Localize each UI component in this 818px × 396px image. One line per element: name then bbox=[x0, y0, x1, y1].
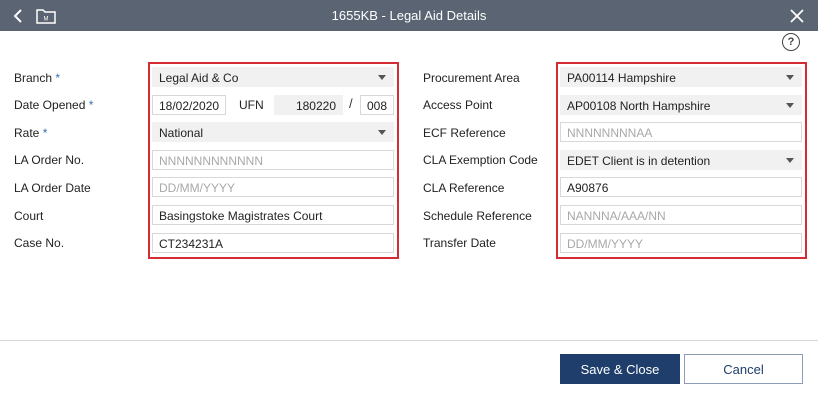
cancel-button[interactable]: Cancel bbox=[684, 354, 803, 384]
cla-exemption-code-label: CLA Exemption Code bbox=[423, 153, 538, 167]
date-opened-label: Date Opened * bbox=[14, 98, 94, 112]
procurement-area-label: Procurement Area bbox=[423, 71, 520, 85]
access-point-label: Access Point bbox=[423, 98, 493, 112]
court-label: Court bbox=[14, 209, 44, 223]
right-highlight-box bbox=[556, 62, 807, 259]
ecf-reference-label: ECF Reference bbox=[423, 126, 506, 140]
la-order-no-label: LA Order No. bbox=[14, 153, 85, 167]
close-icon[interactable] bbox=[786, 5, 808, 27]
left-highlight-box bbox=[148, 62, 399, 259]
help-icon[interactable]: ? bbox=[782, 33, 800, 51]
title-bar: M 1655KB - Legal Aid Details bbox=[0, 0, 818, 31]
branch-label: Branch * bbox=[14, 71, 61, 85]
rate-label: Rate * bbox=[14, 126, 48, 140]
window-title: 1655KB - Legal Aid Details bbox=[331, 8, 487, 23]
case-no-label: Case No. bbox=[14, 236, 65, 250]
footer-divider bbox=[0, 340, 818, 341]
la-order-date-label: LA Order Date bbox=[14, 181, 91, 195]
cla-reference-label: CLA Reference bbox=[423, 181, 505, 195]
save-close-button[interactable]: Save & Close bbox=[560, 354, 680, 384]
transfer-date-label: Transfer Date bbox=[423, 236, 496, 250]
schedule-reference-label: Schedule Reference bbox=[423, 209, 532, 223]
